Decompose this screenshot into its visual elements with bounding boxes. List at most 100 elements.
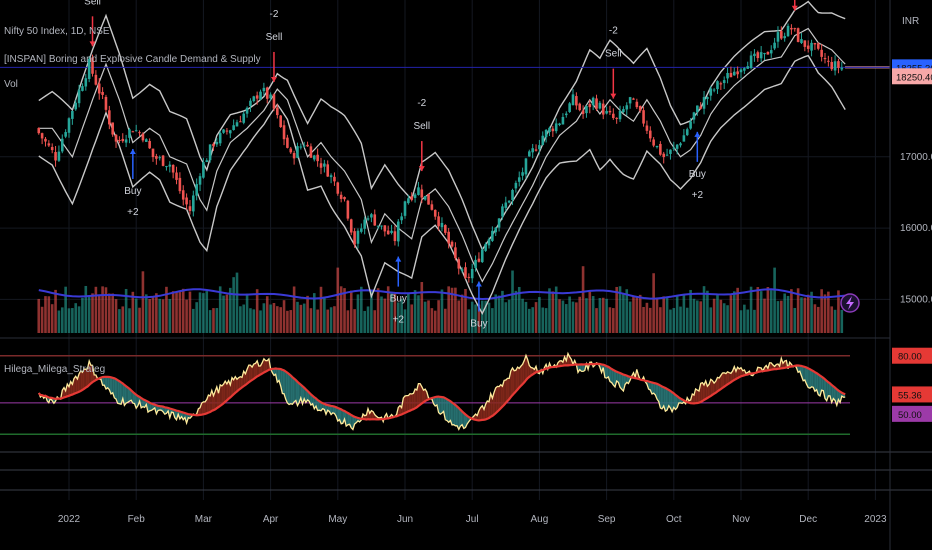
osc-fill <box>447 399 449 423</box>
volume-bar <box>433 310 437 333</box>
volume-bar <box>380 296 383 333</box>
candle-body <box>504 202 508 208</box>
volume-bar <box>816 306 820 333</box>
volume-bar <box>662 296 666 333</box>
volume-bar <box>134 298 138 333</box>
volume-bar <box>148 299 151 333</box>
time-tick-2: Mar <box>195 514 213 525</box>
lightning-icon[interactable] <box>840 293 860 313</box>
volume-bar <box>316 309 319 333</box>
osc-fill <box>497 386 500 412</box>
volume-bar <box>417 295 420 333</box>
candle-body <box>118 139 121 141</box>
osc-fill <box>287 372 290 405</box>
candle-body <box>790 27 793 30</box>
osc-fill <box>453 403 456 426</box>
candle-body <box>618 110 622 120</box>
time-tick-12: 2023 <box>864 514 887 525</box>
volume-bar <box>198 292 202 333</box>
sell-label-0-0: Sell <box>84 0 101 7</box>
volume-bar <box>181 288 185 333</box>
volume-bar <box>726 305 729 333</box>
time-tick-4: May <box>328 514 347 525</box>
volume-bar <box>719 299 723 333</box>
candle-body <box>208 144 212 161</box>
volume-bar <box>420 282 424 333</box>
volume-bar <box>497 295 501 333</box>
candle-body <box>625 105 629 110</box>
volume-bar <box>91 293 94 333</box>
candle-body <box>457 259 461 269</box>
candle-body <box>299 146 303 148</box>
candle-body <box>272 94 276 109</box>
volume-bar <box>524 301 528 333</box>
candle-body <box>823 58 827 60</box>
candle-body <box>276 107 279 116</box>
candle-body <box>356 230 360 244</box>
volume-bar <box>642 307 645 333</box>
candle-body <box>138 132 141 134</box>
candle-body <box>585 105 588 114</box>
volume-bar <box>790 289 793 333</box>
osc-fill <box>695 388 698 404</box>
candle-body <box>57 151 61 161</box>
volume-bar <box>840 309 844 333</box>
volume-bar <box>622 293 625 333</box>
volume-bar <box>81 297 84 333</box>
volume-bar <box>155 293 158 333</box>
candle-body <box>702 97 706 109</box>
osc-fill <box>415 389 417 409</box>
candle-body <box>188 206 192 211</box>
candle-body <box>343 197 346 200</box>
osc-fill <box>621 373 624 392</box>
candle-body <box>716 81 719 90</box>
candle-body <box>484 243 487 251</box>
volume-bar <box>161 299 165 333</box>
volume-bar <box>638 294 642 333</box>
candle-body <box>746 66 750 69</box>
osc-fill <box>452 402 454 425</box>
osc-fill <box>660 385 663 409</box>
candle-body <box>202 162 205 178</box>
volume-bar <box>77 306 81 333</box>
candle-body <box>336 182 340 194</box>
candle-body <box>373 214 377 226</box>
volume-bar <box>571 301 575 333</box>
volume-bar <box>188 291 192 333</box>
volume-bar <box>514 290 518 333</box>
osc-fill <box>507 378 510 401</box>
candle-body <box>739 69 743 73</box>
volume-bar <box>272 303 276 333</box>
volume-bar <box>598 297 602 333</box>
volume-bar <box>743 304 746 333</box>
candle-body <box>269 94 272 99</box>
candle-body <box>360 228 363 232</box>
volume-bar <box>279 307 282 333</box>
candle-body <box>665 154 669 156</box>
volume-bar <box>746 309 750 333</box>
candle-body <box>198 176 202 185</box>
osc-fill <box>411 393 414 410</box>
volume-bar <box>534 302 538 333</box>
volume-bar <box>568 296 571 333</box>
volume-bar <box>64 286 67 333</box>
candle-body <box>796 28 800 42</box>
volume-bar <box>729 295 733 333</box>
candle-body <box>212 143 215 147</box>
volume-bar <box>423 301 427 333</box>
candle-body <box>218 133 222 144</box>
candle-body <box>114 134 118 142</box>
candle-body <box>645 125 649 131</box>
volume-bar <box>302 303 306 333</box>
volume-bar <box>675 295 679 333</box>
price-tick-1: 16000.00 <box>900 223 932 234</box>
candle-body <box>165 166 168 168</box>
volume-bar <box>225 294 229 333</box>
volume-bar <box>262 303 266 333</box>
volume-bar <box>239 306 242 333</box>
candle-body <box>410 196 414 200</box>
candle-body <box>803 40 807 47</box>
candle-body <box>245 107 249 114</box>
candle-body <box>40 133 44 139</box>
candle-body <box>830 62 834 70</box>
